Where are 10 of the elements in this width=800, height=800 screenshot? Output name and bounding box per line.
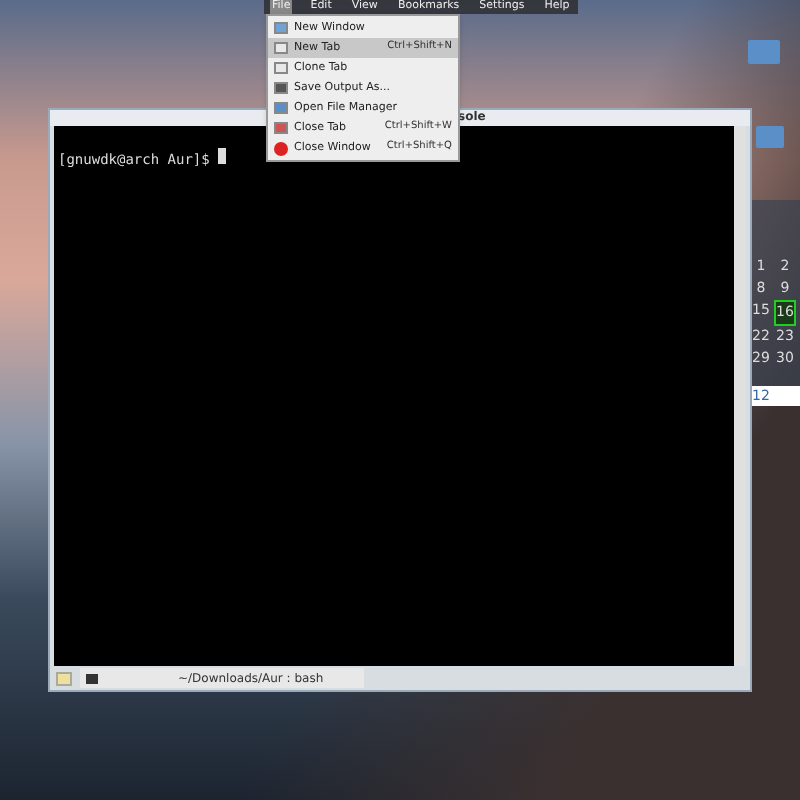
folder-icon[interactable] <box>756 126 784 148</box>
window-icon <box>274 122 288 134</box>
save-icon <box>274 82 288 94</box>
folder-icon[interactable] <box>748 40 780 64</box>
folder-icon <box>274 102 288 114</box>
terminal-icon <box>86 673 98 683</box>
scrollbar[interactable] <box>734 126 746 666</box>
text-cursor <box>218 147 227 164</box>
new-tab-icon[interactable] <box>56 671 72 685</box>
close-icon <box>274 141 288 155</box>
